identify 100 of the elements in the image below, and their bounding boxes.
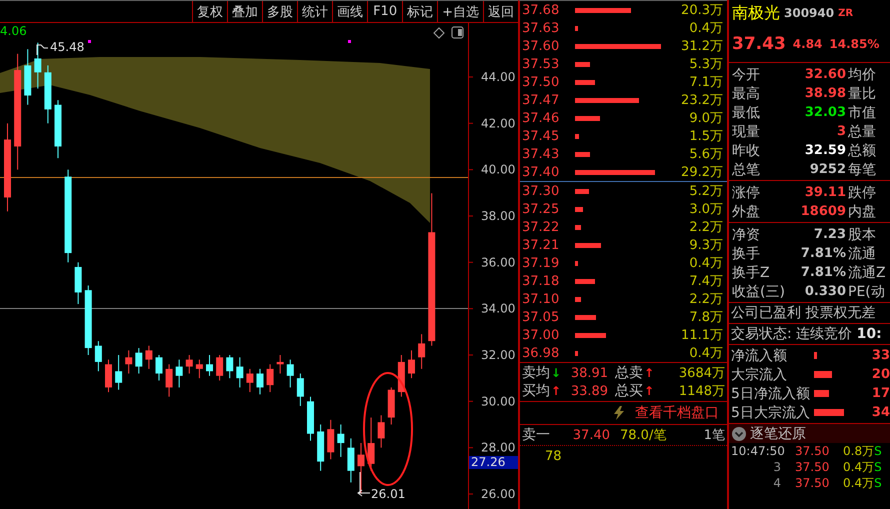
volume-bar (575, 80, 595, 84)
candle (186, 354, 193, 374)
flow-bar (814, 371, 832, 378)
bid-price: 37.18 (522, 274, 560, 288)
bid-price: 37.19 (522, 256, 560, 270)
trend-arrow: ↑ (551, 384, 562, 398)
trend-arrow: ↓ (551, 366, 562, 380)
tick-header-title: 逐笔还原 (750, 424, 806, 442)
stock-tag: ZR (838, 8, 854, 18)
stat-label: 市值 (848, 104, 877, 122)
stat-label: 总量 (848, 122, 877, 140)
bid-volume: 11.1万 (680, 327, 723, 344)
volume-bar (575, 98, 639, 102)
trade-status: 交易状态: 连续竞价 10: (731, 325, 882, 343)
stat-value: 7.23 (812, 227, 846, 242)
stat-value: 32.59 (804, 143, 846, 158)
candle (105, 359, 112, 393)
tick-volume: 0.4万 (843, 458, 874, 476)
candle (44, 64, 52, 124)
ask-price: 37.53 (522, 56, 560, 72)
depth-link[interactable]: 查看千档盘口 (635, 404, 719, 422)
summary-value: 3684万 (678, 365, 725, 382)
tick-header[interactable]: 逐笔还原 (729, 424, 890, 443)
volume-bar (575, 242, 601, 248)
stat-value: 0.330 (804, 284, 846, 299)
bid-price: 37.00 (522, 328, 560, 342)
sell-one-volume: 78.0/笔 (620, 427, 666, 444)
stat-label: PE(动 (848, 282, 886, 300)
price-change: 4.84 (792, 37, 822, 51)
axis-label: 38.00 (481, 209, 516, 223)
flow-bar (814, 390, 829, 397)
stat-value: 7.81% (800, 265, 846, 280)
axis-label: 36.00 (481, 255, 516, 270)
stat-label: 收益(三) (732, 282, 785, 300)
tick-side: S (874, 460, 882, 474)
summary-label: 买均 (522, 382, 550, 400)
candle (286, 359, 294, 388)
candle (418, 334, 426, 370)
ask-volume: 20.3万 (680, 2, 723, 19)
ask-volume: 31.2万 (680, 38, 723, 55)
bid-volume: 7.4万 (688, 273, 723, 290)
candle (236, 356, 244, 388)
sell-one-label: 卖一 (522, 426, 550, 444)
stat-label: 股本 (848, 226, 877, 244)
candle (256, 368, 264, 395)
stat-label: 流通Z (848, 264, 887, 282)
axis-label: 44.00 (481, 70, 516, 84)
candle (398, 354, 405, 398)
ask-volume: 0.4万 (688, 20, 723, 37)
tick-price: 37.50 (795, 444, 830, 458)
trend-arrow: ↑ (644, 384, 654, 398)
stat-label: 总笔 (732, 160, 760, 178)
high-price-label: 45.48 (50, 41, 84, 54)
candle (196, 359, 203, 379)
tick-time: 4 (772, 476, 781, 490)
bid-volume: 5.2万 (688, 183, 723, 200)
candle (246, 368, 254, 393)
volume-bar (575, 332, 606, 338)
stat-value: 18609 (800, 204, 846, 219)
stat-value: 32.03 (804, 105, 846, 120)
bid-price: 37.10 (522, 292, 560, 306)
diamond-icon[interactable] (433, 27, 445, 39)
tick-price: 37.50 (795, 476, 830, 490)
axis-label: 34.00 (481, 302, 516, 316)
stat-label: 涨停 (732, 184, 760, 202)
stat-label: 换手 (732, 244, 760, 262)
flow-label: 5日大宗流入 (731, 404, 811, 422)
volume-bar (575, 134, 580, 138)
candle (307, 396, 314, 442)
flow-bar (814, 409, 844, 416)
volume-bar (575, 314, 596, 320)
trend-arrow: ↑ (644, 366, 654, 380)
stat-value: 7.81% (800, 246, 846, 261)
candle (24, 48, 32, 106)
candle (115, 354, 122, 390)
ask-price: 37.47 (522, 92, 560, 108)
arrow-icon (357, 472, 370, 496)
panel-toggle-icon[interactable] (452, 26, 464, 38)
axis-label: 40.00 (481, 162, 516, 177)
stock-name: 南极光 (732, 2, 780, 24)
volume-bar (575, 116, 600, 120)
candle (166, 364, 173, 398)
volume-bar (575, 206, 584, 212)
ask-price: 37.60 (522, 38, 560, 54)
ask-price: 37.63 (522, 20, 560, 36)
price-tag: 27.26 (469, 456, 518, 469)
bid-price: 37.05 (522, 310, 560, 324)
stat-value: 38.98 (804, 86, 846, 101)
bid-price: 36.98 (522, 346, 560, 360)
stat-label: 外盘 (732, 202, 760, 220)
stat-label: 净资 (732, 226, 760, 244)
bid-volume: 0.4万 (688, 255, 723, 272)
candle (226, 354, 234, 379)
candle (337, 424, 344, 458)
ask-volume: 23.2万 (680, 92, 723, 109)
ask-price: 37.40 (522, 164, 560, 180)
volume-bar (575, 62, 590, 66)
stat-label: 换手Z (732, 264, 770, 282)
volume-bar (575, 278, 596, 284)
stat-value: 39.11 (804, 185, 846, 200)
